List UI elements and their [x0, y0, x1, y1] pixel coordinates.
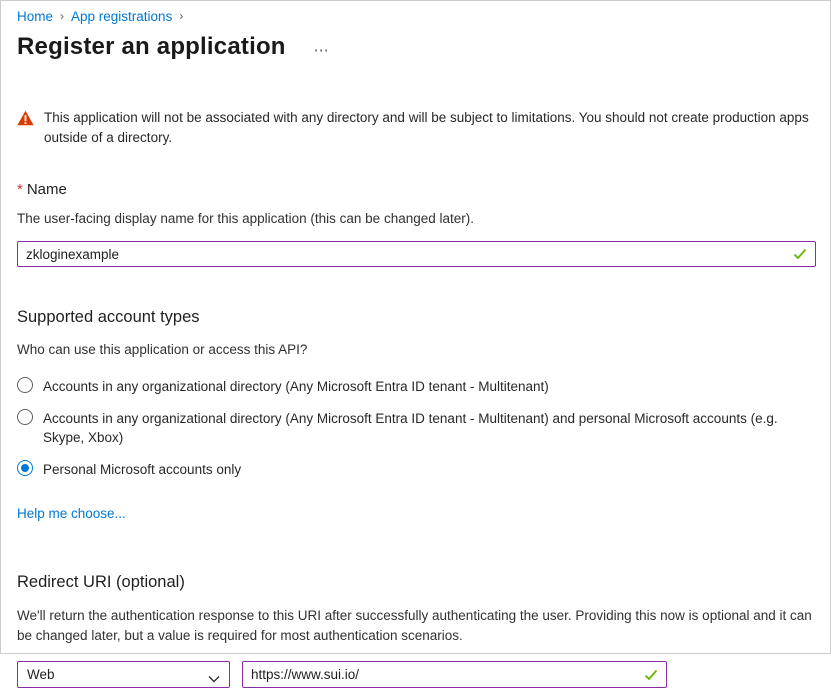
supported-account-types-heading: Supported account types	[17, 308, 814, 327]
redirect-uri-heading: Redirect URI (optional)	[17, 573, 814, 592]
redirect-uri-description: We'll return the authentication response…	[17, 606, 814, 646]
breadcrumb: Home › App registrations ›	[17, 9, 814, 24]
warning-text: This application will not be associated …	[44, 108, 814, 148]
page-title: Register an application	[17, 33, 286, 61]
warning-triangle-icon	[17, 110, 34, 131]
name-label-text: Name	[27, 181, 67, 198]
breadcrumb-separator-icon: ›	[179, 9, 183, 23]
more-options-icon[interactable]: ⋯	[314, 35, 331, 59]
redirect-uri-input-wrapper	[242, 661, 667, 688]
required-asterisk: *	[17, 181, 23, 198]
warning-banner: This application will not be associated …	[17, 108, 814, 148]
name-field-label: *Name	[17, 181, 814, 198]
radio-option-personal-only[interactable]: Personal Microsoft accounts only	[17, 460, 814, 479]
radio-option-label: Personal Microsoft accounts only	[43, 460, 241, 479]
platform-select[interactable]: Web	[17, 661, 230, 688]
radio-button-icon[interactable]	[17, 377, 33, 393]
radio-option-label: Accounts in any organizational directory…	[43, 409, 808, 447]
redirect-uri-input[interactable]	[242, 661, 667, 688]
name-field-description: The user-facing display name for this ap…	[17, 211, 814, 226]
valid-checkmark-icon	[793, 247, 807, 265]
radio-option-multitenant-personal[interactable]: Accounts in any organizational directory…	[17, 409, 814, 447]
radio-option-label: Accounts in any organizational directory…	[43, 377, 549, 396]
radio-button-icon[interactable]	[17, 409, 33, 425]
valid-checkmark-icon	[644, 668, 658, 686]
chevron-down-icon	[208, 671, 220, 686]
breadcrumb-home-link[interactable]: Home	[17, 9, 53, 24]
register-application-page: Home › App registrations › Register an a…	[0, 0, 831, 654]
name-input-wrapper	[17, 241, 816, 267]
platform-select-value: Web	[27, 667, 55, 682]
breadcrumb-app-registrations-link[interactable]: App registrations	[71, 9, 172, 24]
breadcrumb-separator-icon: ›	[60, 9, 64, 23]
account-type-radio-group: Accounts in any organizational directory…	[17, 377, 814, 479]
title-row: Register an application ⋯	[17, 33, 814, 61]
radio-button-icon[interactable]	[17, 460, 33, 476]
redirect-uri-row: Web	[17, 661, 814, 688]
account-types-question: Who can use this application or access t…	[17, 342, 814, 357]
radio-option-multitenant[interactable]: Accounts in any organizational directory…	[17, 377, 814, 396]
name-input[interactable]	[17, 241, 816, 267]
help-me-choose-link[interactable]: Help me choose...	[17, 506, 126, 521]
